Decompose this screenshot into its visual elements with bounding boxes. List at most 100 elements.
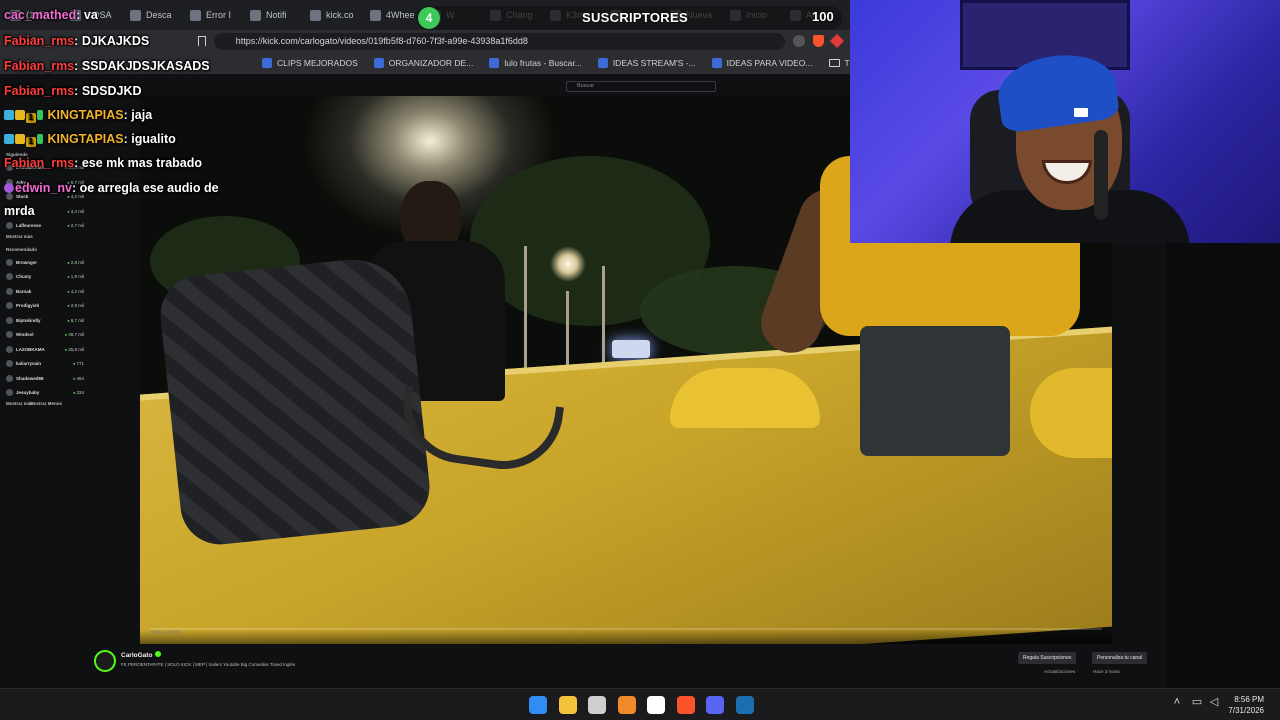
- sidebar-viewers: 8,7 mil: [67, 318, 84, 323]
- sidebar-show-less[interactable]: Mostrar Menos: [30, 401, 62, 406]
- volume-icon[interactable]: ◁: [1207, 695, 1221, 709]
- channel-avatar: [6, 258, 13, 266]
- sidebar-channel[interactable]: Prodigyish 2,9 mil: [6, 299, 84, 312]
- google-icon: [489, 58, 500, 68]
- sidebar-viewers: 3,4 mil: [67, 209, 84, 214]
- chat-username: KINGTAPIAS: [47, 108, 124, 122]
- chat-username: Fabian_rms: [4, 84, 75, 98]
- sidebar-channel[interactable]: Windovl 38,7 mil: [6, 328, 84, 341]
- page-icon: [262, 58, 272, 68]
- chat-text: oe arregla ese audio de: [79, 181, 219, 195]
- bookmark-item[interactable]: CLIPS MEJORADOS: [262, 58, 358, 68]
- verified-icon: [155, 651, 162, 657]
- chat-username: cac_mathed: [4, 8, 77, 22]
- sidebar-channel-name: LA2OBKAMA: [16, 346, 45, 352]
- chat-username: KINGTAPIAS: [47, 132, 124, 146]
- lamp-pole: [602, 266, 605, 366]
- sidebar-channel[interactable]: LA2OBKAMA 25,8 mil: [6, 343, 84, 356]
- channel-avatar: [6, 273, 13, 280]
- clock-time: 8:56 PM: [1234, 695, 1264, 704]
- chat-text: va: [83, 8, 98, 22]
- chat-text: ese mk mas trabado: [81, 156, 203, 170]
- sidebar-channel-name: Prodigyish: [16, 303, 40, 308]
- docs-icon: [711, 58, 722, 68]
- brave-shield-icon[interactable]: [813, 35, 824, 47]
- file-explorer-icon[interactable]: [558, 696, 577, 714]
- tab-label: Desca: [146, 10, 172, 20]
- browser-tab[interactable]: 4Whee: [364, 2, 422, 28]
- chat-text: igualito: [131, 132, 176, 146]
- capcut-icon[interactable]: [647, 696, 665, 714]
- sidebar-viewers: 771: [73, 361, 84, 366]
- kick-search-input[interactable]: Buscar: [566, 81, 716, 92]
- yellow-chair: [1030, 368, 1112, 458]
- sidebar-channel[interactable]: Shadowed98 464: [6, 372, 84, 385]
- street-lamp: [550, 246, 586, 282]
- chat-message: Fabian_rms: SDSDJKD: [4, 84, 142, 98]
- chat-message: 1 KINGTAPIAS: igualito: [4, 132, 176, 147]
- url-input[interactable]: https://kick.com/carlogato/videos/019fb5…: [213, 32, 785, 50]
- display-icon[interactable]: ▭: [1190, 695, 1204, 709]
- sign-pole: [566, 291, 569, 371]
- folder-icon: [828, 59, 840, 67]
- sidebar-heading: Recomendado: [6, 246, 38, 252]
- browser-tab[interactable]: Desca: [124, 2, 182, 28]
- customize-channel-button[interactable]: Personaliza tu canal: [1092, 652, 1148, 664]
- video-controls[interactable]: 0:00 / 4:00:00: [140, 630, 1112, 644]
- tab-favicon-icon: [310, 9, 321, 21]
- video-time: 0:00 / 4:00:00: [150, 630, 181, 636]
- gift-subs-button[interactable]: Regala Suscripciones: [1018, 652, 1077, 664]
- subscriber-badge-icon: [4, 110, 14, 120]
- chat-username: Fabian_rms: [4, 59, 75, 73]
- sidebar-show-more[interactable]: Mostrar más: [6, 401, 33, 406]
- zoom-icon[interactable]: [793, 35, 805, 47]
- chatgpt-icon[interactable]: [588, 696, 606, 714]
- bookmark-icon[interactable]: [197, 36, 206, 46]
- bookmark-item[interactable]: IDEAS STREAM'S -...: [597, 58, 696, 68]
- sidebar-channel[interactable]: Biptokindly 8,7 mil: [6, 314, 84, 327]
- steam-icon[interactable]: [735, 696, 754, 714]
- tab-label: 4Whee: [386, 10, 415, 20]
- channel-name[interactable]: CarloGato: [121, 651, 162, 659]
- discord-icon[interactable]: [706, 696, 724, 714]
- bookmark-item[interactable]: IDEAS PARA VIDEO...: [711, 58, 813, 68]
- fl-studio-icon[interactable]: [617, 696, 636, 714]
- sidebar-channel[interactable]: Chusty 1,9 mil: [6, 270, 84, 283]
- sidebar-channel[interactable]: Jesuybaby 334: [6, 386, 84, 399]
- channel-avatar: [6, 374, 13, 382]
- badge-number: 1: [26, 137, 36, 147]
- chevron-up-icon[interactable]: ˄: [1170, 695, 1184, 709]
- bookmark-label: lulo frutas - Buscar...: [504, 58, 582, 68]
- sidebar-channel[interactable]: Barnak 4,2 mil: [6, 285, 84, 298]
- sidebar-channel-name: Shadowed98: [16, 375, 44, 381]
- bookmark-item[interactable]: ORGANIZADOR DE...: [373, 58, 473, 68]
- bookmark-label: IDEAS PARA VIDEO...: [726, 58, 813, 68]
- browser-tab[interactable]: kick.co: [304, 2, 362, 28]
- sidebar-channel[interactable]: Brownger 2,8 mil: [6, 256, 84, 269]
- screen: Buscar KICKInicioSiguiendoLA2OBKAMA25,8 …: [0, 0, 1280, 720]
- browser-tab[interactable]: Error I: [184, 2, 242, 28]
- sidebar-channel[interactable]: kaliarryvain 771: [6, 357, 84, 370]
- chat-username: Fabian_rms: [4, 34, 75, 48]
- chat-message: Fabian_rms: ese mk mas trabado: [4, 156, 203, 170]
- tab-favicon-icon: [370, 9, 381, 21]
- subscriber-current-count: 4: [418, 7, 440, 29]
- chat-message: Fabian_rms: DJKAJKDS: [4, 34, 150, 48]
- crown-badge-icon: [15, 110, 25, 120]
- sidebar-channel[interactable]: Lafleuresse 2,7 mil: [6, 219, 84, 232]
- clock-date: 7/31/2026: [1228, 706, 1264, 715]
- brave-rewards-icon[interactable]: [829, 33, 845, 49]
- brave-icon[interactable]: [676, 696, 695, 714]
- taskbar-clock[interactable]: 8:56 PM 7/31/2026: [1228, 694, 1264, 716]
- sidebar-viewers: 4,2 mil: [67, 289, 84, 294]
- channel-avatar: [6, 389, 13, 396]
- sidebar-viewers: 464: [73, 376, 84, 381]
- windows-start-icon[interactable]: [529, 696, 547, 714]
- sidebar-channel-name: Windovl: [16, 332, 34, 337]
- channel-avatar[interactable]: [94, 650, 116, 672]
- bookmark-item[interactable]: lulo frutas - Buscar...: [489, 58, 582, 68]
- browser-tab[interactable]: Notifi: [244, 2, 302, 28]
- channel-description: FE PEROENTAPATE | SOLO KICK | MEP | trai…: [121, 662, 296, 667]
- bookmark-label: IDEAS STREAM'S -...: [612, 58, 696, 68]
- sidebar-channel-name: kaliarryvain: [16, 361, 42, 366]
